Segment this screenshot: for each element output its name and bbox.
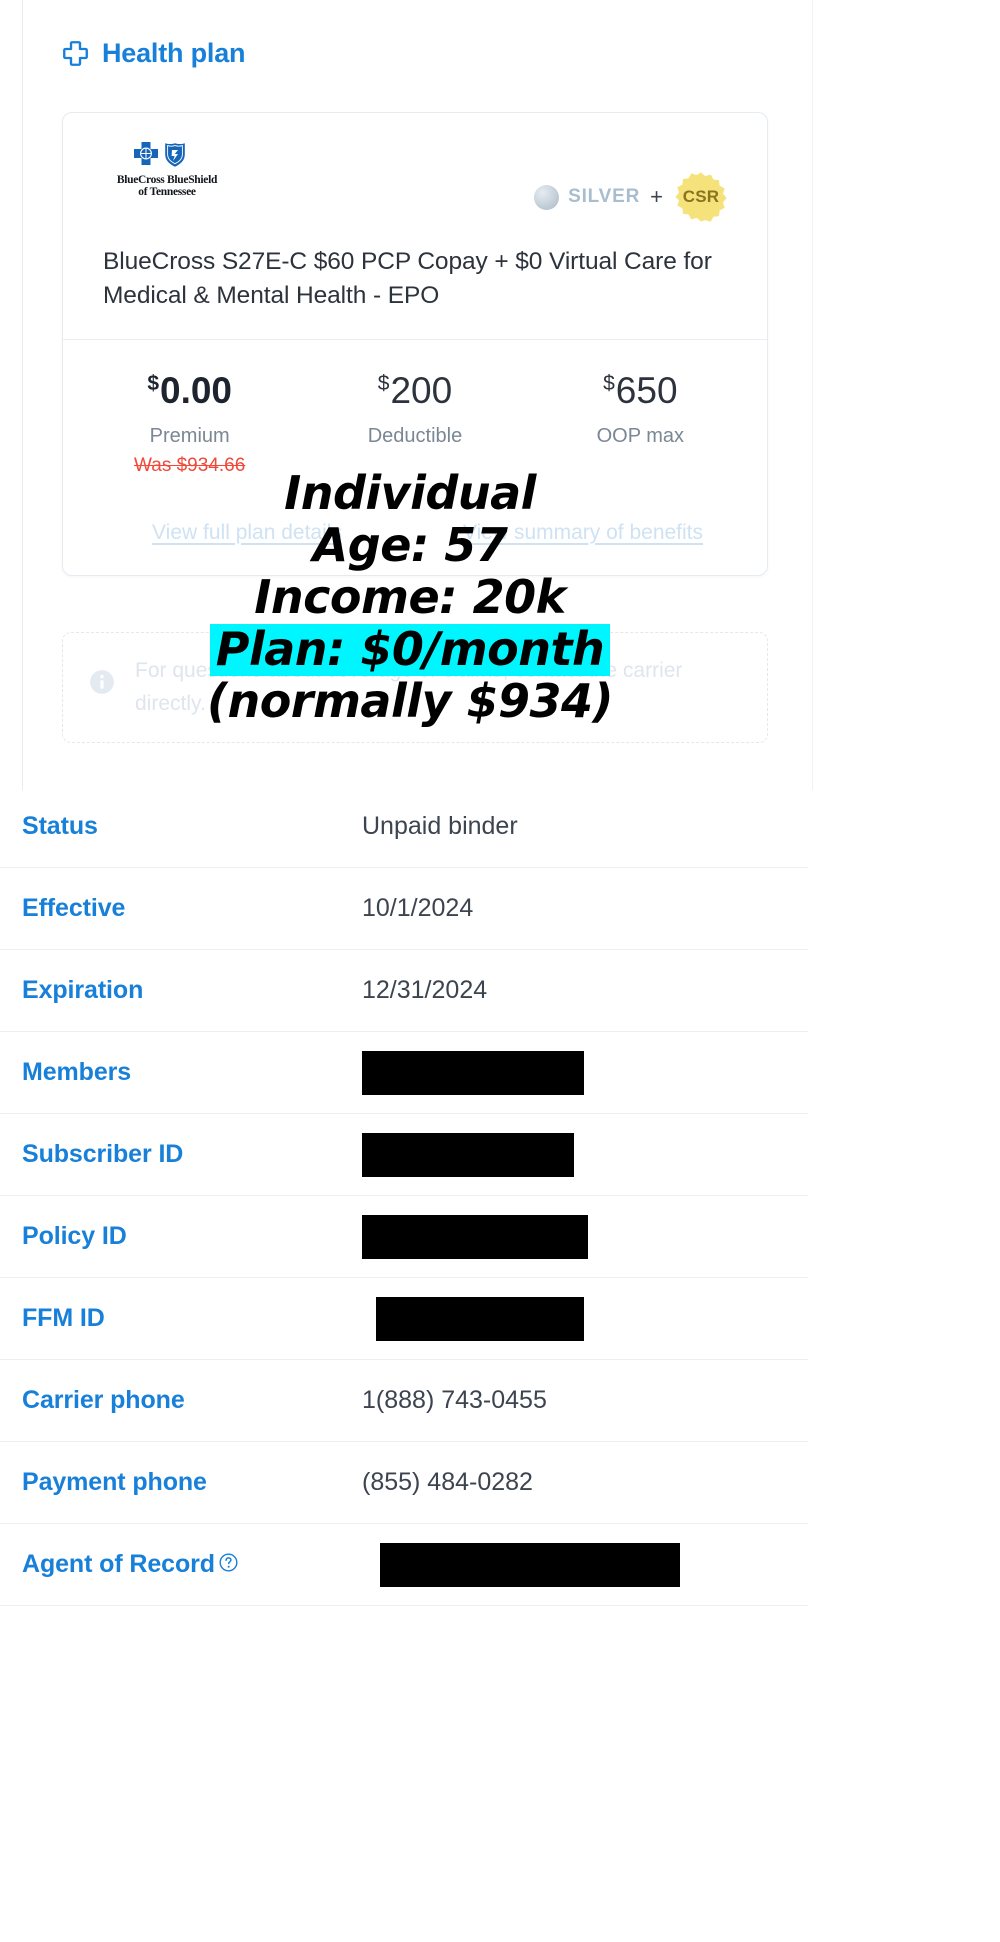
detail-label-text: Carrier phone (22, 1386, 185, 1414)
detail-value-subscriber-id (362, 1132, 574, 1177)
carrier-name-line2: of Tennessee (138, 185, 196, 198)
detail-label-text: Payment phone (22, 1468, 207, 1496)
table-row: Status Unpaid binder (0, 786, 808, 868)
carrier-logo-wordmark: BlueCross BlueShield of Tennessee (111, 174, 223, 199)
plan-card-header-area: BlueCross BlueShield of Tennessee SILVER… (63, 113, 767, 339)
view-full-plan-details-link[interactable]: View full plan details (87, 521, 407, 545)
detail-label-ffm-id: FFM ID (22, 1304, 362, 1333)
bcbs-logo-marks (133, 141, 223, 171)
table-row: Carrier phone 1(888) 743-0455 (0, 1360, 808, 1442)
screenshot-root: Health plan BlueCross BlueShield of Tenn… (0, 0, 1000, 1942)
detail-label-text: Expiration (22, 976, 144, 1004)
redaction-bar (362, 1132, 574, 1177)
deductible-amount: $200 (302, 372, 527, 409)
detail-label-text: FFM ID (22, 1304, 105, 1332)
csr-badge-label: CSR (682, 187, 720, 206)
detail-value-ffm-id (362, 1296, 584, 1341)
metal-level-badge-group: SILVER + CSR (534, 171, 727, 223)
plan-card[interactable]: BlueCross BlueShield of Tennessee SILVER… (62, 112, 768, 576)
table-row: Policy ID (0, 1196, 808, 1278)
plan-links-row: View full plan details View summary of b… (63, 503, 767, 575)
price-col-oop-max: $650 OOP max (528, 372, 753, 477)
annotation-line-income: Income: 20k (254, 569, 566, 624)
redaction-bar (380, 1542, 680, 1587)
detail-label-text: Agent of Record (22, 1550, 215, 1578)
table-row: FFM ID (0, 1278, 808, 1360)
policy-details-table: Status Unpaid binder Effective 10/1/2024… (0, 786, 808, 1606)
table-row: Payment phone (855) 484-0282 (0, 1442, 808, 1524)
medical-cross-icon (62, 40, 89, 67)
blue-cross-mark-icon (134, 142, 158, 165)
health-plan-section-header: Health plan (62, 38, 246, 68)
detail-label-status: Status (22, 812, 362, 841)
detail-label-text: Subscriber ID (22, 1140, 184, 1168)
view-summary-of-benefits-link[interactable]: View summary of benefits (423, 521, 743, 545)
detail-label-text: Effective (22, 894, 126, 922)
premium-was-price: Was $934.66 (134, 454, 246, 476)
table-row: Members (0, 1032, 808, 1114)
carrier-info-notice-text: For questions about coverage or claims, … (135, 659, 683, 715)
carrier-logo: BlueCross BlueShield of Tennessee (103, 141, 223, 199)
table-row: Effective 10/1/2024 (0, 868, 808, 950)
plan-price-row: $0.00 Premium Was $934.66 $200 Deductibl… (63, 340, 767, 503)
table-row: Agent of Record (0, 1524, 808, 1606)
deductible-value: 200 (390, 369, 453, 411)
page-title: Health plan (102, 38, 246, 68)
csr-badge: CSR (675, 171, 727, 223)
detail-value-carrier-phone[interactable]: 1(888) 743-0455 (362, 1386, 547, 1415)
detail-value-expiration: 12/31/2024 (362, 976, 488, 1004)
oop-max-value: 650 (615, 369, 678, 411)
panel-left-edge (22, 0, 23, 790)
detail-label-text: Policy ID (22, 1222, 127, 1250)
price-col-deductible: $200 Deductible (302, 372, 527, 477)
redaction-bar (376, 1296, 584, 1341)
detail-label-carrier-phone: Carrier phone (22, 1386, 362, 1415)
detail-label-effective: Effective (22, 894, 362, 923)
table-row: Subscriber ID (0, 1114, 808, 1196)
premium-value: 0.00 (160, 369, 233, 411)
detail-label-payment-phone: Payment phone (22, 1468, 362, 1497)
detail-label-agent-of-record: Agent of Record (22, 1550, 362, 1579)
redaction-bar (362, 1050, 584, 1095)
detail-value-members (362, 1050, 584, 1095)
plan-name: BlueCross S27E-C $60 PCP Copay + $0 Virt… (103, 248, 712, 309)
detail-value-effective: 10/1/2024 (362, 894, 474, 922)
redaction-bar (362, 1214, 588, 1259)
metal-level-label: SILVER (568, 186, 641, 207)
oop-max-label: OOP max (596, 424, 685, 447)
detail-label-text: Members (22, 1058, 132, 1086)
oop-max-currency: $ (603, 371, 615, 395)
deductible-label: Deductible (367, 424, 463, 447)
silver-metal-dot-icon (534, 184, 560, 210)
table-row: Expiration 12/31/2024 (0, 950, 808, 1032)
detail-label-text: Status (22, 812, 98, 840)
detail-label-members: Members (22, 1058, 362, 1087)
detail-value-policy-id (362, 1214, 588, 1259)
plus-sign: + (650, 184, 663, 209)
help-circle-icon[interactable] (219, 1550, 238, 1579)
deductible-currency: $ (377, 371, 390, 395)
info-circle-icon (89, 655, 115, 700)
detail-value-payment-phone[interactable]: (855) 484-0282 (362, 1468, 533, 1497)
price-col-premium: $0.00 Premium Was $934.66 (77, 372, 302, 477)
detail-label-policy-id: Policy ID (22, 1222, 362, 1251)
premium-amount: $0.00 (77, 372, 302, 409)
premium-label: Premium (149, 424, 230, 447)
blue-shield-mark-icon (165, 143, 185, 167)
detail-value-agent-of-record (362, 1542, 680, 1587)
detail-label-subscriber-id: Subscriber ID (22, 1140, 362, 1169)
detail-value-status: Unpaid binder (362, 812, 518, 840)
oop-max-amount: $650 (528, 372, 753, 409)
detail-label-expiration: Expiration (22, 976, 362, 1005)
panel-right-edge (812, 0, 813, 790)
carrier-info-notice: For questions about coverage or claims, … (62, 632, 768, 744)
premium-currency: $ (147, 371, 159, 395)
